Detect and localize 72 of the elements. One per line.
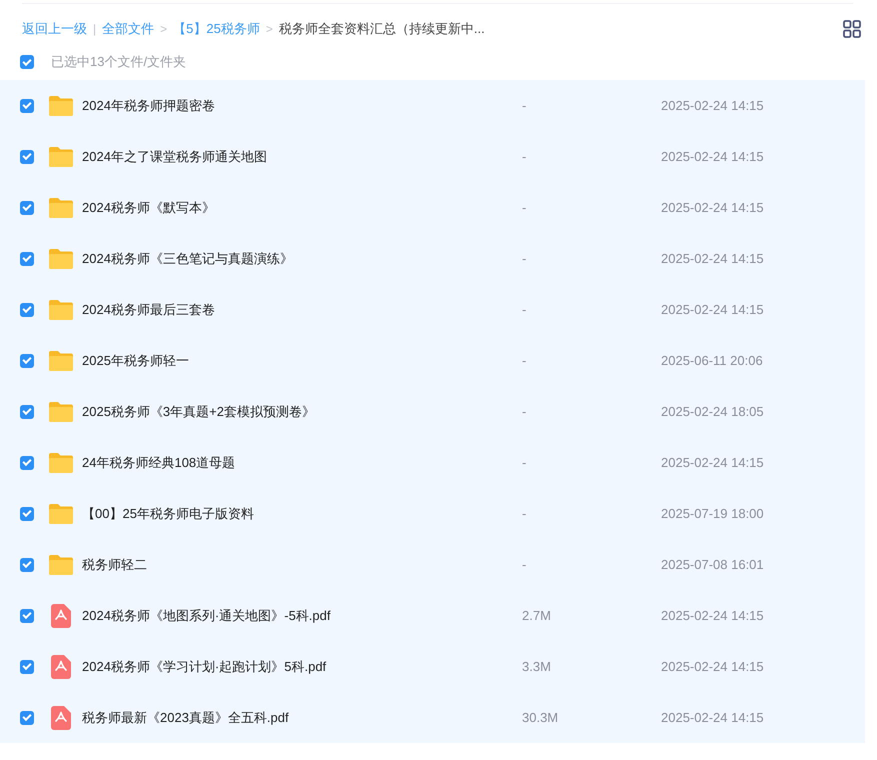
grid-view-icon[interactable]	[843, 20, 861, 38]
file-name[interactable]: 税务师轻二	[82, 556, 522, 574]
modified-date: 2025-07-08 16:01	[661, 557, 764, 572]
selection-count: 已选中13个文件/文件夹	[51, 53, 186, 71]
modified-date: 2025-02-24 14:15	[661, 98, 764, 113]
row-checkbox[interactable]	[20, 252, 34, 266]
file-size: -	[522, 302, 528, 317]
pdf-file-icon	[51, 604, 71, 628]
row-checkbox[interactable]	[20, 98, 34, 112]
folder-icon	[48, 196, 74, 218]
file-name[interactable]: 2024税务师《三色笔记与真题演练》	[82, 250, 522, 268]
modified-date: 2025-02-24 14:15	[661, 302, 764, 317]
row-checkbox[interactable]	[20, 558, 34, 572]
file-size: -	[522, 353, 528, 368]
file-size: -	[522, 404, 528, 419]
file-name[interactable]: 2025税务师《3年真题+2套模拟预测卷》	[82, 402, 522, 420]
file-name[interactable]: 2024税务师最后三套卷	[82, 300, 522, 318]
modified-date: 2025-02-24 18:05	[661, 404, 764, 419]
modified-date: 2025-02-24 14:15	[661, 200, 764, 215]
file-name[interactable]: 24年税务师经典108道母题	[82, 454, 522, 472]
row-checkbox[interactable]	[20, 200, 34, 214]
folder-icon	[48, 452, 74, 474]
select-all-checkbox[interactable]	[20, 55, 34, 69]
row-checkbox[interactable]	[20, 302, 34, 316]
file-name[interactable]: 2024年税务师押题密卷	[82, 96, 522, 114]
file-size: -	[522, 251, 528, 266]
row-checkbox[interactable]	[20, 404, 34, 418]
file-size: 3.3M	[522, 659, 552, 674]
breadcrumb-separator: >	[160, 22, 168, 36]
modified-date: 2025-02-24 14:15	[661, 710, 764, 725]
modified-date: 2025-07-19 18:00	[661, 506, 764, 521]
file-name[interactable]: 2024税务师《学习计划·起跑计划》5科.pdf	[82, 658, 522, 676]
breadcrumb-current: 税务师全套资料汇总（持续更新中...	[278, 20, 485, 38]
row-checkbox[interactable]	[20, 710, 34, 724]
modified-date: 2025-02-24 14:15	[661, 149, 764, 164]
pdf-file-icon	[51, 706, 71, 730]
file-name[interactable]: 【00】25年税务师电子版资料	[82, 504, 522, 522]
modified-date: 2025-02-24 14:15	[661, 608, 764, 623]
row-checkbox[interactable]	[20, 456, 34, 470]
folder-icon	[48, 502, 74, 524]
folder-icon	[48, 554, 74, 576]
folder-icon	[48, 400, 74, 422]
file-size: -	[522, 557, 528, 572]
file-name[interactable]: 2024税务师《默写本》	[82, 198, 522, 216]
file-size: -	[522, 200, 528, 215]
breadcrumb-separator: |	[93, 22, 96, 36]
file-name[interactable]: 2024年之了课堂税务师通关地图	[82, 148, 522, 166]
file-size: -	[522, 506, 528, 521]
row-checkbox[interactable]	[20, 150, 34, 164]
row-checkbox[interactable]	[20, 660, 34, 674]
breadcrumb-separator: >	[266, 22, 273, 36]
folder-icon	[48, 248, 74, 270]
folder-icon	[48, 350, 74, 372]
folder-icon	[48, 94, 74, 116]
pdf-file-icon	[51, 654, 71, 678]
file-size: -	[522, 98, 528, 113]
file-size: 30.3M	[522, 710, 560, 725]
file-size: -	[522, 455, 528, 470]
file-size: -	[522, 149, 528, 164]
row-checkbox[interactable]	[20, 608, 34, 622]
row-checkbox[interactable]	[20, 354, 34, 368]
folder-icon	[48, 298, 74, 320]
modified-date: 2025-02-24 14:15	[661, 251, 764, 266]
row-checkbox[interactable]	[20, 506, 34, 520]
file-size: 2.7M	[522, 608, 552, 623]
file-name[interactable]: 2025年税务师轻一	[82, 352, 522, 370]
modified-date: 2025-06-11 20:06	[661, 353, 763, 368]
modified-date: 2025-02-24 14:15	[661, 659, 764, 674]
file-name[interactable]: 税务师最新《2023真题》全五科.pdf	[82, 708, 522, 726]
file-name[interactable]: 2024税务师《地图系列·通关地图》-5科.pdf	[82, 606, 522, 624]
folder-icon	[48, 146, 74, 168]
modified-date: 2025-02-24 14:15	[661, 455, 764, 470]
